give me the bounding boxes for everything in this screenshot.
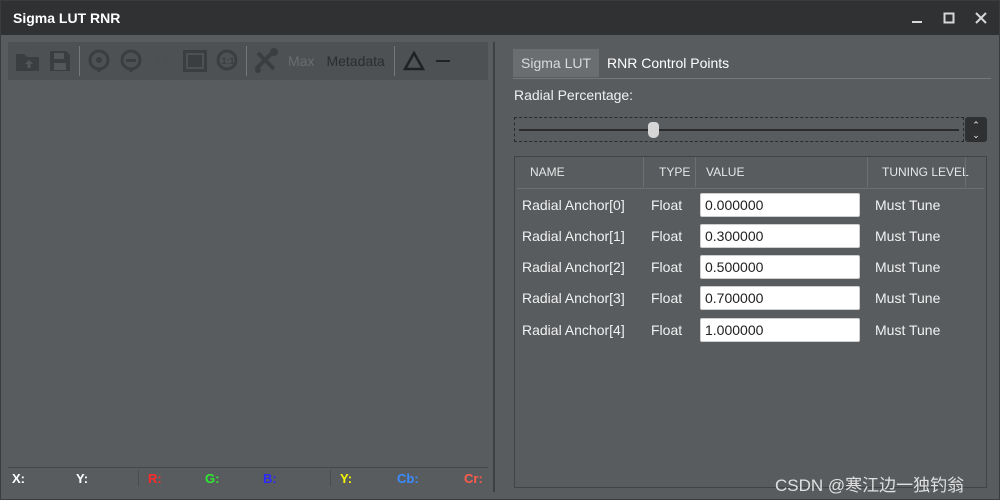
column-header-tuning-level[interactable]: TUNING LEVEL	[882, 165, 969, 179]
table-row: Radial Anchor[2] Float Must Tune	[515, 252, 986, 283]
column-header-type[interactable]: TYPE	[659, 165, 690, 179]
sigma-lut-rnr-window: Sigma LUT RNR Fit 1:1 Max Metadata X: Y:…	[0, 0, 1000, 500]
radial-percentage-slider[interactable]	[514, 117, 964, 142]
chevron-up-icon[interactable]: ⌃	[972, 120, 980, 130]
row-type: Float	[651, 228, 683, 244]
slider-thumb[interactable]	[648, 122, 660, 138]
tools-icon[interactable]	[250, 45, 282, 77]
fit-icon[interactable]: Fit	[147, 45, 179, 77]
row-tuning-level: Must Tune	[875, 259, 941, 275]
delta-icon[interactable]	[398, 45, 430, 77]
zoom-in-icon[interactable]	[83, 45, 115, 77]
radial-percentage-spinner[interactable]: ⌃ ⌄	[965, 117, 987, 142]
max-button[interactable]: Max	[282, 53, 320, 69]
row-tuning-level: Must Tune	[875, 228, 941, 244]
column-header-name[interactable]: NAME	[530, 165, 565, 179]
row-type: Float	[651, 290, 683, 306]
zoom-out-icon[interactable]	[115, 45, 147, 77]
minimize-icon[interactable]	[909, 10, 925, 26]
blue-channel-label: B:	[263, 471, 277, 486]
open-folder-icon[interactable]	[12, 45, 44, 77]
image-viewer-pane: Fit 1:1 Max Metadata X: Y: R: G: B: Y: C…	[8, 42, 488, 489]
table-row: Radial Anchor[4] Float Must Tune	[515, 315, 986, 346]
table-header: NAME TYPE VALUE TUNING LEVEL	[515, 157, 986, 187]
fullscreen-icon[interactable]	[179, 45, 211, 77]
luma-channel-label: Y:	[340, 471, 353, 486]
svg-text:1:1: 1:1	[222, 56, 235, 66]
table-row: Radial Anchor[1] Float Must Tune	[515, 221, 986, 252]
row-value-input[interactable]	[700, 255, 860, 279]
chevron-down-icon[interactable]: ⌄	[972, 130, 980, 140]
cr-channel-label: Cr:	[464, 471, 483, 486]
row-tuning-level: Must Tune	[875, 290, 941, 306]
row-tuning-level: Must Tune	[875, 197, 941, 213]
x-coordinate-label: X:	[12, 471, 25, 486]
tab-rnr-control-points[interactable]: RNR Control Points	[599, 49, 737, 77]
radial-percentage-label: Radial Percentage:	[514, 87, 634, 103]
green-channel-label: G:	[205, 471, 220, 486]
overflow-dash-icon[interactable]	[435, 60, 450, 62]
row-name: Radial Anchor[0]	[522, 197, 625, 213]
pane-splitter[interactable]	[493, 42, 495, 492]
row-value-input[interactable]	[700, 318, 860, 342]
title-bar[interactable]: Sigma LUT RNR	[1, 1, 999, 35]
tab-underline	[513, 78, 991, 79]
maximize-icon[interactable]	[941, 10, 957, 26]
viewer-toolbar: Fit 1:1 Max Metadata	[8, 42, 488, 80]
window-controls	[909, 1, 989, 35]
svg-text:Fit: Fit	[155, 54, 170, 69]
row-name: Radial Anchor[2]	[522, 259, 625, 275]
table-row: Radial Anchor[0] Float Must Tune	[515, 190, 986, 221]
tab-sigma-lut[interactable]: Sigma LUT	[513, 49, 600, 77]
tab-strip: Sigma LUT RNR Control Points	[513, 49, 737, 77]
column-header-value[interactable]: VALUE	[706, 165, 744, 179]
watermark-text: CSDN @寒江边一独钓翁	[775, 476, 965, 495]
save-icon[interactable]	[44, 45, 76, 77]
red-channel-label: R:	[148, 471, 162, 486]
actual-size-icon[interactable]: 1:1	[211, 45, 243, 77]
y-coordinate-label: Y:	[76, 471, 89, 486]
slider-track	[519, 129, 959, 131]
close-icon[interactable]	[973, 10, 989, 26]
pixel-info-bar: X: Y: R: G: B: Y: Cb: Cr:	[8, 467, 488, 489]
control-points-table: NAME TYPE VALUE TUNING LEVEL Radial Anch…	[514, 156, 987, 488]
row-name: Radial Anchor[4]	[522, 322, 625, 338]
row-tuning-level: Must Tune	[875, 322, 941, 338]
window-title: Sigma LUT RNR	[13, 10, 121, 26]
row-type: Float	[651, 259, 683, 275]
row-name: Radial Anchor[3]	[522, 290, 625, 306]
table-row: Radial Anchor[3] Float Must Tune	[515, 283, 986, 314]
row-value-input[interactable]	[700, 193, 860, 217]
row-name: Radial Anchor[1]	[522, 228, 625, 244]
row-value-input[interactable]	[700, 224, 860, 248]
metadata-button[interactable]: Metadata	[320, 53, 390, 69]
row-value-input[interactable]	[700, 286, 860, 310]
row-type: Float	[651, 197, 683, 213]
row-type: Float	[651, 322, 683, 338]
cb-channel-label: Cb:	[397, 471, 419, 486]
